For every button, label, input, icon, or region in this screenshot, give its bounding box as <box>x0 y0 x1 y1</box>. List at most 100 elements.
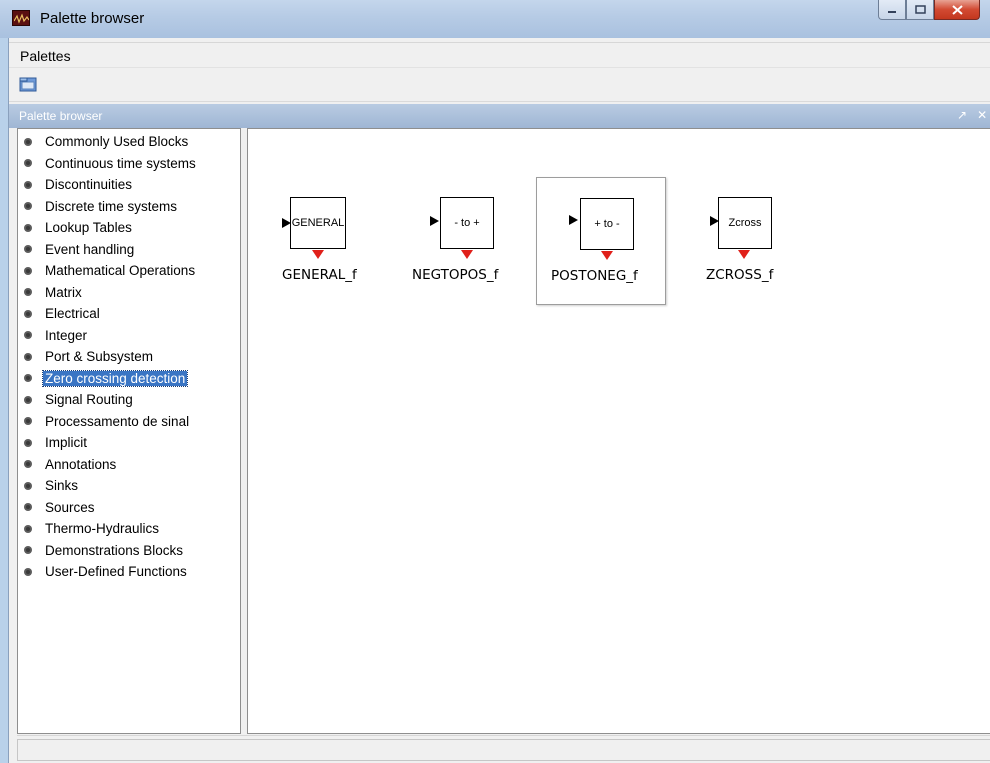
close-icon <box>951 4 963 15</box>
scilab-app-icon <box>12 10 30 26</box>
tree-item[interactable]: Annotations <box>18 454 240 476</box>
title-bar[interactable]: Palette browser <box>0 0 990 38</box>
maximize-icon <box>914 5 926 14</box>
tree-item[interactable]: User-Defined Functions <box>18 561 240 583</box>
status-bar <box>17 735 990 763</box>
open-palette-button[interactable] <box>18 74 38 94</box>
tree-item-label: Continuous time systems <box>45 155 196 171</box>
status-field <box>17 739 990 761</box>
tree-bullet-icon <box>24 395 32 404</box>
close-button[interactable] <box>934 0 980 20</box>
tree-item-label: Discrete time systems <box>45 198 178 214</box>
tree-item[interactable]: Demonstrations Blocks <box>18 540 240 562</box>
tree-bullet-icon <box>24 266 32 275</box>
tree-item-label: Integer <box>45 327 88 343</box>
tree-item[interactable]: Sinks <box>18 475 240 497</box>
tree-bullet-icon <box>24 481 32 490</box>
tree-item[interactable]: Thermo-Hydraulics <box>18 518 240 540</box>
client-area: Palettes Palette browser ↗ ✕ Commonly Us… <box>8 38 990 763</box>
tree-item[interactable]: Commonly Used Blocks <box>18 131 240 153</box>
tree-item-label: User-Defined Functions <box>45 564 187 580</box>
block-icon-box: GENERAL <box>290 197 346 249</box>
tree-bullet-icon <box>24 180 32 189</box>
tree-item-label: Processamento de sinal <box>45 413 190 429</box>
block-name-label: ZCROSS_f <box>706 267 774 283</box>
tree-bullet-icon <box>24 223 32 232</box>
tree-item-label: Sinks <box>45 478 79 494</box>
tree-item[interactable]: Discontinuities <box>18 174 240 196</box>
block-icon-box: - to + <box>440 197 494 249</box>
tree-item-label: Mathematical Operations <box>45 263 196 279</box>
tree-item-label: Implicit <box>45 435 88 451</box>
minimize-button[interactable] <box>878 0 906 20</box>
panel-controls: ↗ ✕ <box>957 108 987 122</box>
block-general-f[interactable]: GENERAL GENERAL_f <box>260 169 390 297</box>
tree-item[interactable]: Matrix <box>18 282 240 304</box>
block-zcross-f[interactable]: Zcross ZCROSS_f <box>682 169 812 297</box>
tree-bullet-icon <box>24 374 32 383</box>
toolbar <box>9 68 990 102</box>
panel-close-icon[interactable]: ✕ <box>977 108 987 122</box>
tree-item[interactable]: Lookup Tables <box>18 217 240 239</box>
tree-item-label: Electrical <box>45 306 100 322</box>
event-port-arrow <box>461 250 473 259</box>
block-negtopos-f[interactable]: - to + NEGTOPOS_f <box>396 169 526 297</box>
tree-item[interactable]: Integer <box>18 325 240 347</box>
tree-bullet-icon <box>24 288 32 297</box>
tree-item[interactable]: Continuous time systems <box>18 153 240 175</box>
event-port-arrow <box>738 250 750 259</box>
tree-bullet-icon <box>24 524 32 533</box>
palette-browser-panel-header: Palette browser ↗ ✕ <box>9 104 990 128</box>
tree-item[interactable]: Event handling <box>18 239 240 261</box>
minimize-icon <box>888 10 896 13</box>
menu-palettes[interactable]: Palettes <box>20 48 71 64</box>
tree-bullet-icon <box>24 331 32 340</box>
tree-item-label: Sources <box>45 499 95 515</box>
tree-item[interactable]: Sources <box>18 497 240 519</box>
block-postoneg-f[interactable]: + to - POSTONEG_f <box>536 177 666 305</box>
block-name-label: NEGTOPOS_f <box>412 267 499 283</box>
tree-bullet-icon <box>24 202 32 211</box>
tree-item[interactable]: Port & Subsystem <box>18 346 240 368</box>
tree-item[interactable]: Processamento de sinal <box>18 411 240 433</box>
tree-item-label: Signal Routing <box>45 392 133 408</box>
tree-bullet-icon <box>24 460 32 469</box>
input-port-arrow <box>569 215 578 225</box>
tree-bullet-icon <box>24 159 32 168</box>
palette-tree: Commonly Used Blocks Continuous time syst… <box>17 128 241 734</box>
tree-item-label: Event handling <box>45 241 135 257</box>
tree-item[interactable]: Implicit <box>18 432 240 454</box>
menu-bar: Palettes <box>9 42 990 68</box>
tree-item-label: Thermo-Hydraulics <box>45 521 160 537</box>
tree-bullet-icon <box>24 309 32 318</box>
event-port-arrow <box>601 251 613 260</box>
window-title: Palette browser <box>40 10 145 27</box>
tree-item-label: Commonly Used Blocks <box>45 134 189 150</box>
tree-item-label: Demonstrations Blocks <box>45 542 184 558</box>
block-name-label: POSTONEG_f <box>551 268 638 284</box>
tree-item[interactable]: Electrical <box>18 303 240 325</box>
tree-bullet-icon <box>24 503 32 512</box>
tree-item-label: Matrix <box>45 284 82 300</box>
block-palette-view: GENERAL GENERAL_f - to + NEGTOPOS_f + to… <box>247 128 990 734</box>
open-palette-icon <box>19 77 37 92</box>
tree-item[interactable]: Discrete time systems <box>18 196 240 218</box>
undock-icon[interactable]: ↗ <box>957 108 967 122</box>
tree-item-label: Discontinuities <box>45 177 133 193</box>
tree-item-label: Annotations <box>45 456 117 472</box>
block-name-label: GENERAL_f <box>282 267 357 283</box>
block-icon-box: Zcross <box>718 197 772 249</box>
tree-bullet-icon <box>24 137 32 146</box>
tree-item[interactable]: Zero crossing detection <box>18 368 240 390</box>
block-icon-box: + to - <box>580 198 634 250</box>
tree-item[interactable]: Signal Routing <box>18 389 240 411</box>
tree-bullet-icon <box>24 546 32 555</box>
tree-item-label: Port & Subsystem <box>45 349 154 365</box>
tree-item[interactable]: Mathematical Operations <box>18 260 240 282</box>
panel-title: Palette browser <box>19 109 103 123</box>
tree-item-label: Lookup Tables <box>45 220 132 236</box>
window-controls <box>878 0 980 20</box>
tree-bullet-icon <box>24 438 32 447</box>
maximize-button[interactable] <box>906 0 934 20</box>
tree-bullet-icon <box>24 567 32 576</box>
